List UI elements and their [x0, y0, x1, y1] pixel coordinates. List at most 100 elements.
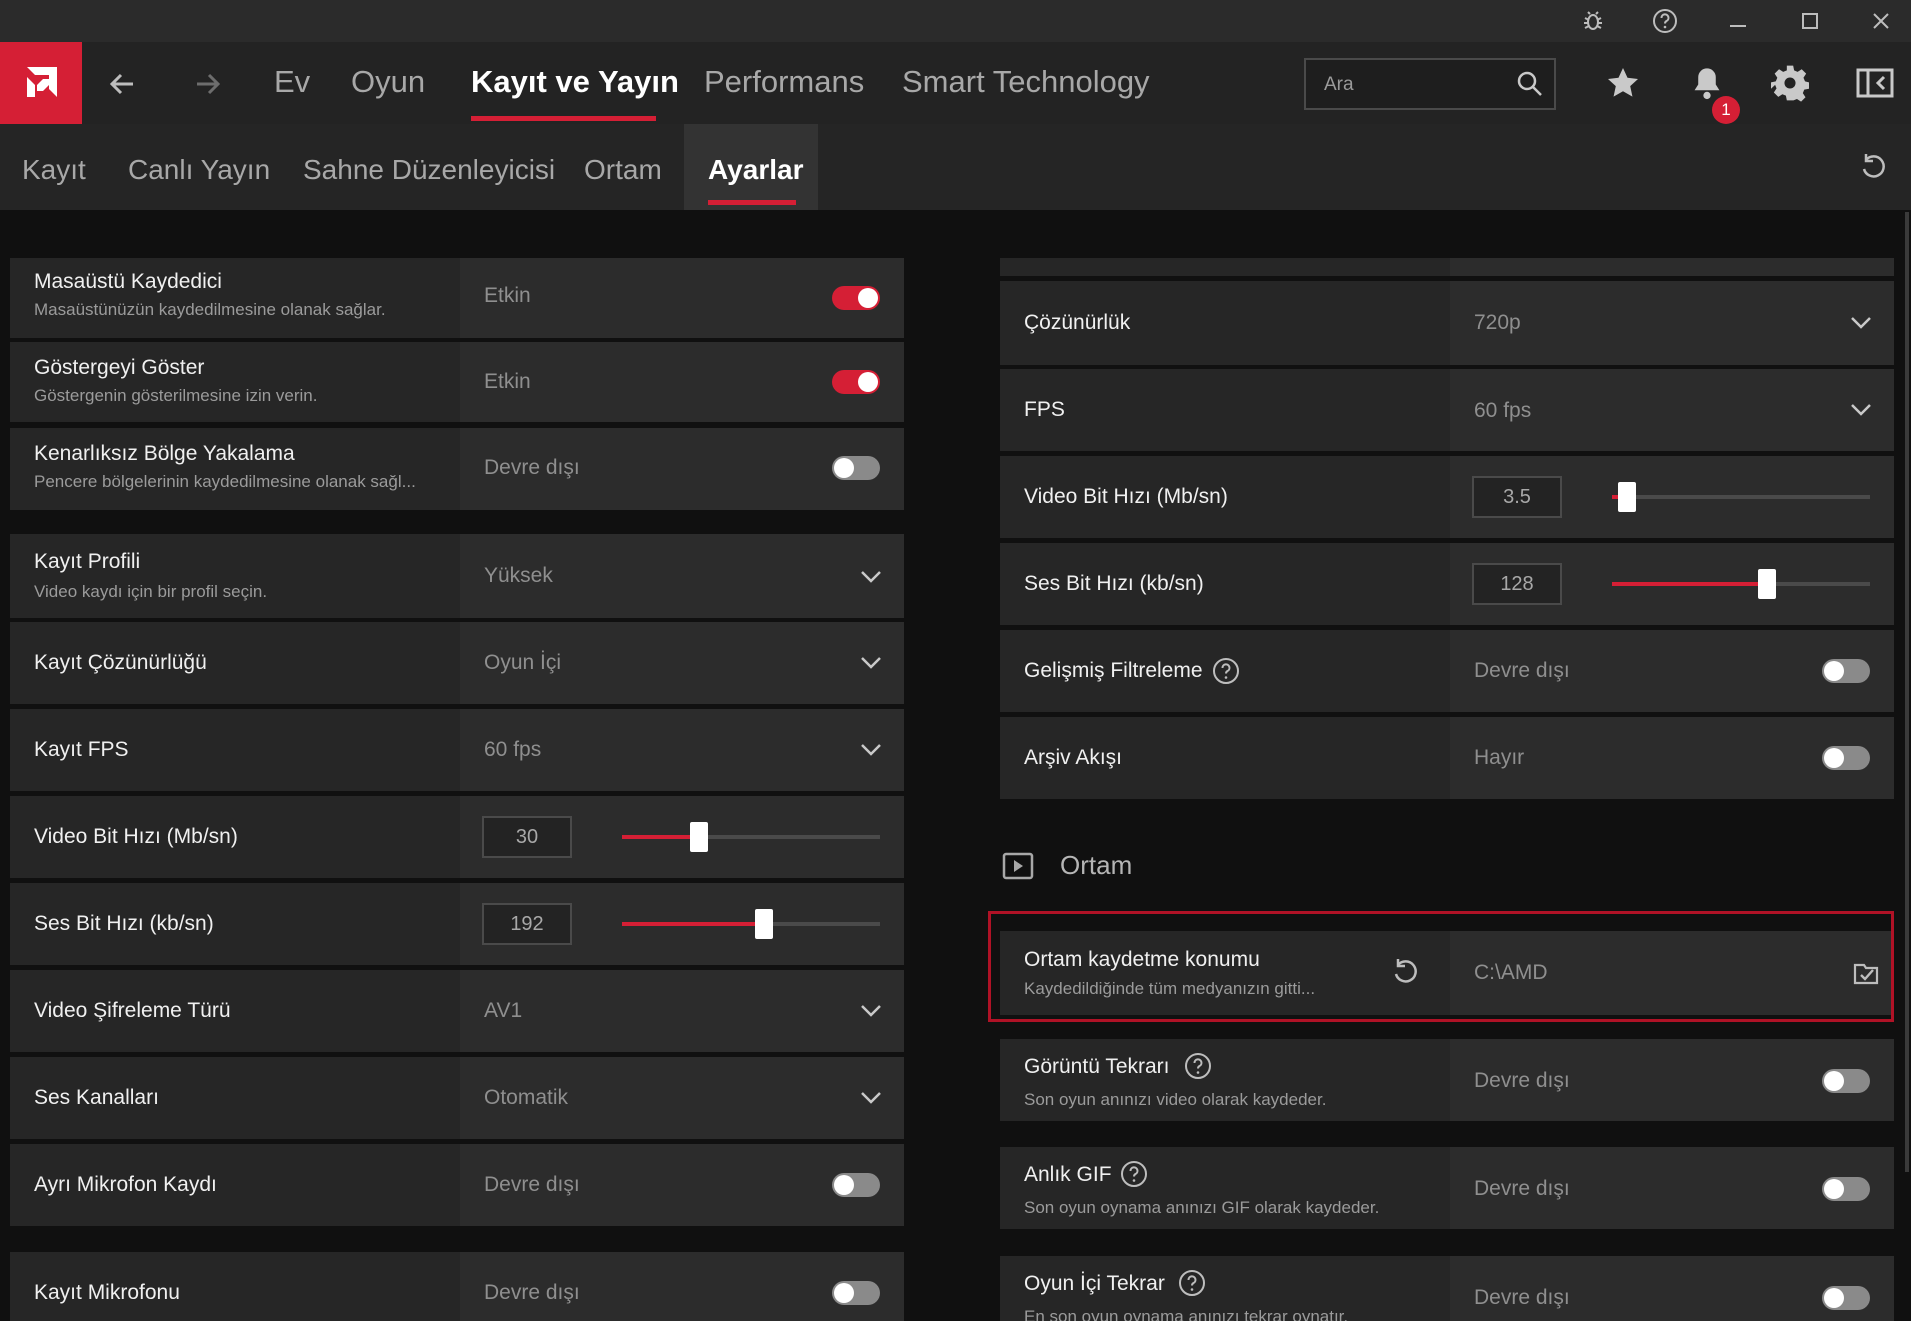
slider-thumb[interactable]: [690, 822, 708, 852]
forward-arrow-icon[interactable]: [186, 62, 230, 106]
setting-title: Ses Bit Hızı (kb/sn): [34, 912, 214, 935]
nav-tab-ev[interactable]: Ev: [274, 64, 310, 100]
setting-row-kenarliksiz-bolge: Kenarlıksız Bölge Yakalama Pencere bölge…: [10, 428, 904, 510]
nav-tab-kayit-ve-yayin[interactable]: Kayıt ve Yayın: [471, 64, 679, 100]
number-input[interactable]: 128: [1472, 563, 1562, 605]
toggle-switch[interactable]: [832, 370, 880, 394]
setting-value: Devre dışı: [484, 1173, 580, 1196]
dropdown-video-sifreleme[interactable]: AV1: [460, 970, 904, 1052]
setting-row-masaustu-kaydedici: Masaüstü Kaydedici Masaüstünüzün kaydedi…: [10, 258, 904, 338]
toggle-switch[interactable]: [1822, 1286, 1870, 1310]
setting-row-arsiv-akisi: Arşiv Akışı Hayır: [1000, 717, 1894, 799]
search-icon[interactable]: [1516, 70, 1544, 103]
nav-tab-smart-technology[interactable]: Smart Technology: [902, 64, 1150, 100]
dropdown-ses-kanallari[interactable]: Otomatik: [460, 1057, 904, 1139]
scrollbar[interactable]: [1905, 212, 1909, 1172]
dropdown-value: 60 fps: [1474, 399, 1532, 422]
subtab-kayit[interactable]: Kayıt: [22, 154, 86, 186]
setting-title: Göstergeyi Göster: [34, 356, 205, 379]
maximize-icon[interactable]: [1793, 4, 1827, 38]
setting-value: Devre dışı: [1474, 1286, 1570, 1309]
setting-title: Gelişmiş Filtreleme: [1024, 659, 1203, 682]
gear-icon[interactable]: [1767, 60, 1813, 106]
bug-icon[interactable]: [1576, 4, 1610, 38]
chevron-down-icon: [861, 1092, 881, 1104]
slider[interactable]: [622, 822, 880, 852]
reset-icon[interactable]: [1858, 152, 1888, 187]
sidebar-toggle-icon[interactable]: [1852, 60, 1898, 106]
toggle-switch[interactable]: [832, 286, 880, 310]
question-icon[interactable]: [1178, 1269, 1206, 1297]
subtab-canli-yayin[interactable]: Canlı Yayın: [128, 154, 270, 186]
nav-tab-performans[interactable]: Performans: [704, 64, 864, 100]
setting-title: Oyun İçi Tekrar: [1024, 1272, 1165, 1295]
subtab-ortam[interactable]: Ortam: [584, 154, 662, 186]
setting-title: Ayrı Mikrofon Kaydı: [34, 1173, 217, 1196]
toggle-switch[interactable]: [1822, 1177, 1870, 1201]
dropdown-kayit-profili[interactable]: Yüksek: [460, 534, 904, 618]
minimize-icon[interactable]: [1721, 4, 1755, 38]
question-icon[interactable]: [1184, 1052, 1212, 1080]
question-icon[interactable]: [1212, 657, 1240, 685]
setting-row-gelismis-filtreleme: Gelişmiş Filtreleme Devre dışı: [1000, 630, 1894, 712]
nav-tab-oyun[interactable]: Oyun: [351, 64, 425, 100]
amd-software-window: Ev Oyun Kayıt ve Yayın Performans Smart …: [0, 0, 1911, 1321]
setting-value: Devre dışı: [484, 456, 580, 479]
setting-row-fps: FPS 60 fps: [1000, 369, 1894, 451]
toggle-switch[interactable]: [1822, 659, 1870, 683]
setting-title: Kayıt Çözünürlüğü: [34, 651, 207, 674]
toggle-switch[interactable]: [832, 1173, 880, 1197]
toggle-switch[interactable]: [1822, 746, 1870, 770]
slider[interactable]: [1612, 482, 1870, 512]
setting-description: Pencere bölgelerinin kaydedilmesine olan…: [34, 472, 416, 491]
highlight-frame: [988, 911, 1894, 1022]
setting-title: Ses Bit Hızı (kb/sn): [1024, 572, 1204, 595]
dropdown-cozunurluk[interactable]: 720p: [1450, 281, 1894, 365]
sub-navigation: Kayıt Canlı Yayın Sahne Düzenleyicisi Or…: [0, 124, 1911, 210]
search-input[interactable]: [1324, 72, 1494, 98]
setting-row-gostergeyi-goster: Göstergeyi Göster Göstergenin gösterilme…: [10, 342, 904, 422]
active-tab-underline: [471, 116, 656, 121]
dropdown-fps[interactable]: 60 fps: [1450, 369, 1894, 451]
toggle-switch[interactable]: [832, 1281, 880, 1305]
amd-logo[interactable]: [0, 42, 82, 124]
setting-value: Devre dışı: [1474, 1177, 1570, 1200]
dropdown-value: 60 fps: [484, 738, 542, 761]
setting-row-video-bit-hizi: Video Bit Hızı (Mb/sn) 30: [10, 796, 904, 878]
setting-description: Son oyun oynama anınızı GIF olarak kayde…: [1024, 1198, 1380, 1217]
setting-title: Kayıt FPS: [34, 738, 129, 761]
number-input[interactable]: 192: [482, 903, 572, 945]
help-icon[interactable]: [1648, 4, 1682, 38]
subtab-sahne-duzenleyicisi[interactable]: Sahne Düzenleyicisi: [303, 154, 555, 186]
slider-thumb[interactable]: [755, 909, 773, 939]
setting-row-ayri-mikrofon-kaydi: Ayrı Mikrofon Kaydı Devre dışı: [10, 1144, 904, 1226]
slider-thumb[interactable]: [1618, 482, 1636, 512]
setting-title: Kayıt Profili: [34, 550, 141, 573]
toggle-switch[interactable]: [832, 456, 880, 480]
chevron-down-icon: [861, 657, 881, 669]
dropdown-kayit-cozunurlugu[interactable]: Oyun İçi: [460, 622, 904, 704]
toggle-switch[interactable]: [1822, 1069, 1870, 1093]
setting-row-oyun-ici-tekrar: Oyun İçi Tekrar En son oyun oynama anını…: [1000, 1256, 1894, 1321]
chevron-down-icon: [1851, 404, 1871, 416]
slider[interactable]: [1612, 569, 1870, 599]
slider[interactable]: [622, 909, 880, 939]
star-icon[interactable]: [1600, 60, 1646, 106]
setting-row-anlik-gif: Anlık GIF Son oyun oynama anınızı GIF ol…: [1000, 1147, 1894, 1229]
setting-title: Kayıt Mikrofonu: [34, 1281, 180, 1304]
subtab-ayarlar[interactable]: Ayarlar: [708, 154, 803, 186]
slider-thumb[interactable]: [1758, 569, 1776, 599]
slider-fill: [622, 835, 699, 839]
dropdown-value: Otomatik: [484, 1086, 569, 1109]
dropdown-kayit-fps[interactable]: 60 fps: [460, 709, 904, 791]
question-icon[interactable]: [1120, 1160, 1148, 1188]
setting-row-kayit-cozunurlugu: Kayıt Çözünürlüğü Oyun İçi: [10, 622, 904, 704]
number-input[interactable]: 30: [482, 816, 572, 858]
setting-value: Devre dışı: [484, 1281, 580, 1304]
setting-row-partial: [1000, 258, 1894, 276]
number-input[interactable]: 3.5: [1472, 476, 1562, 518]
setting-title: Video Bit Hızı (Mb/sn): [1024, 485, 1228, 508]
back-arrow-icon[interactable]: [100, 62, 144, 106]
chevron-down-icon: [1851, 317, 1871, 329]
close-icon[interactable]: [1864, 4, 1898, 38]
